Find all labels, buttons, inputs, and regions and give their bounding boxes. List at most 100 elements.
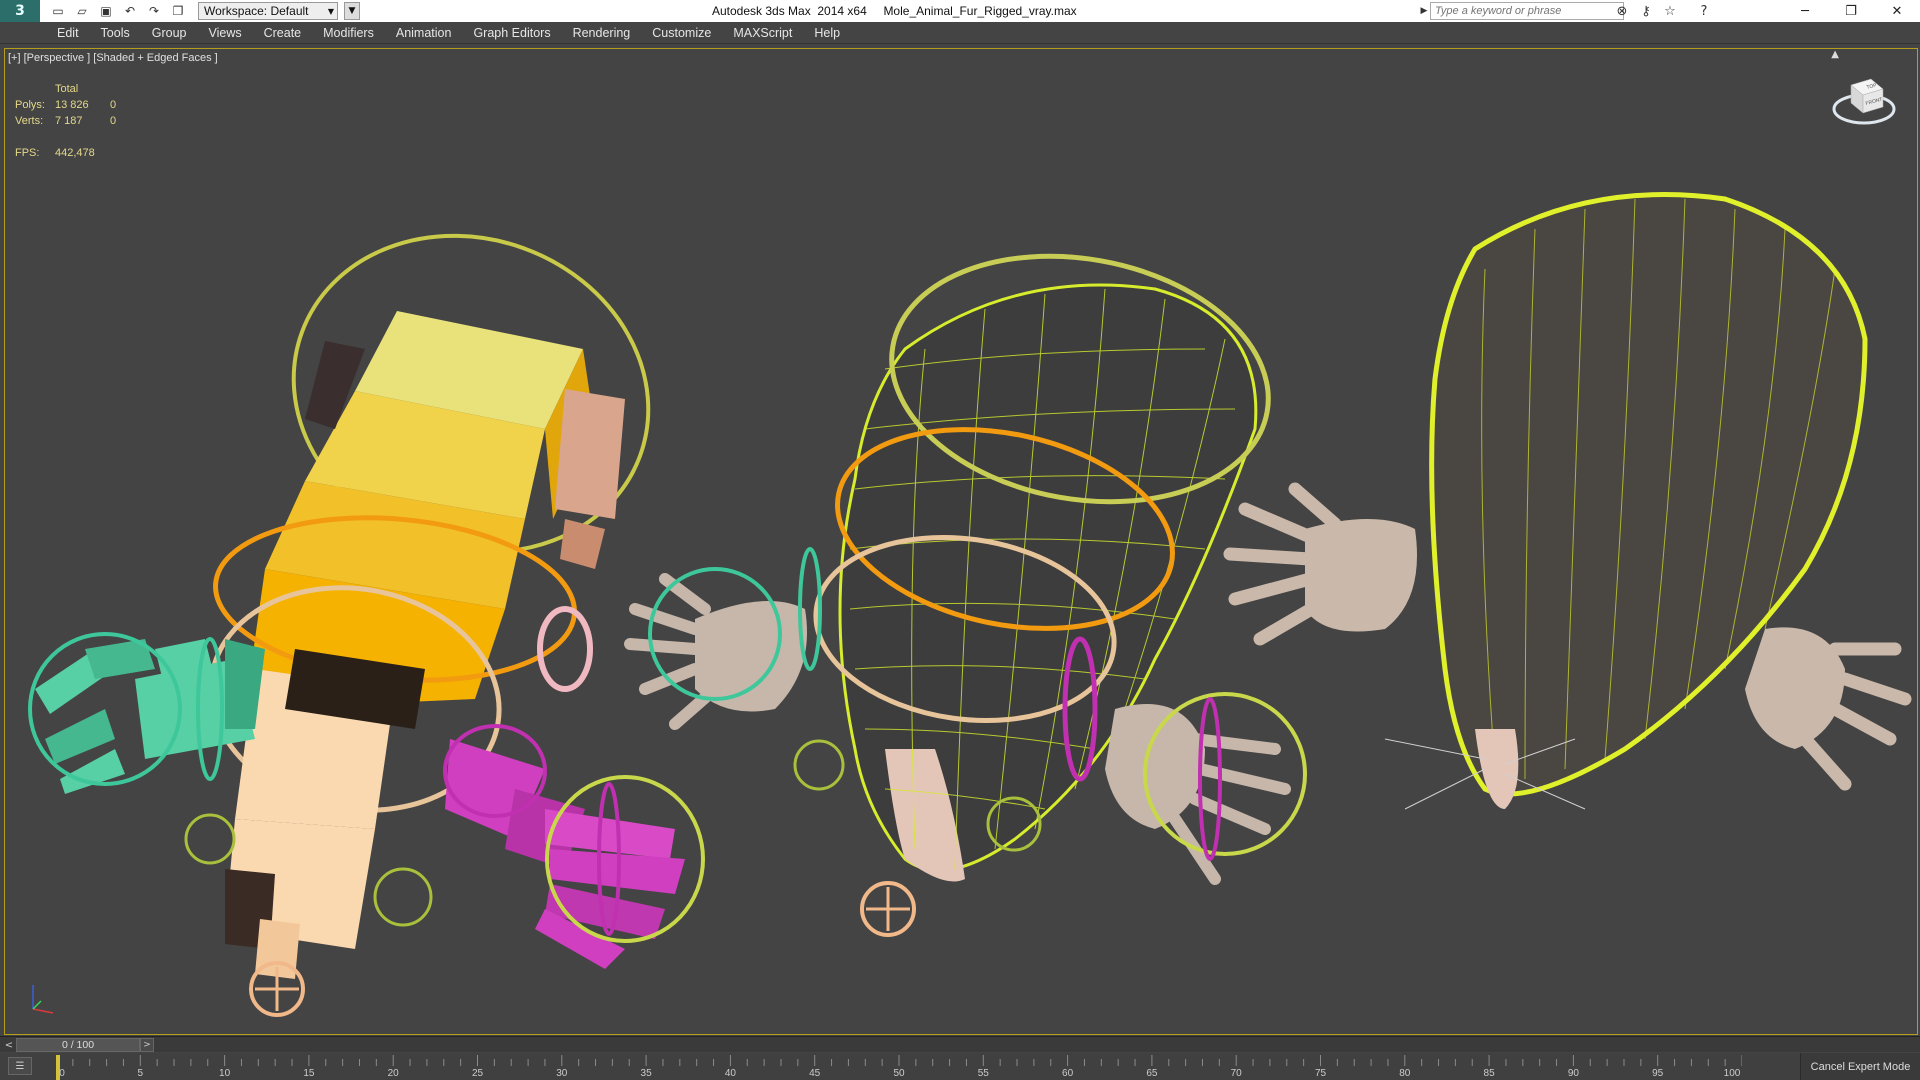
- undo-icon[interactable]: ↶: [120, 2, 140, 20]
- frame-tick-label: 65: [1146, 1068, 1158, 1079]
- axis-tripod: [32, 985, 54, 1014]
- save-icon[interactable]: ▣: [96, 2, 116, 20]
- tail-loop: [537, 606, 593, 692]
- close-button[interactable]: ✕: [1874, 0, 1920, 22]
- frame-tick-label: 80: [1399, 1068, 1411, 1079]
- search-key-icon[interactable]: ⚷: [1636, 2, 1656, 20]
- lock-icon[interactable]: ▲: [1831, 49, 1839, 60]
- file-name: Mole_Animal_Fur_Rigged_vray.max: [883, 4, 1077, 18]
- search-input[interactable]: [1430, 2, 1624, 20]
- menu-tools[interactable]: Tools: [90, 22, 141, 44]
- track-bar: ☰ 0 5 10 15 20 25 30 35 40 45 50 55 60 65 70 75 80 85 90 95…: [0, 1053, 1920, 1080]
- menu-group[interactable]: Group: [141, 22, 198, 44]
- menu-graph-editors[interactable]: Graph Editors: [462, 22, 561, 44]
- polys-label: Polys:: [15, 99, 45, 111]
- project-folder-icon[interactable]: ❐: [168, 2, 188, 20]
- menu-views[interactable]: Views: [197, 22, 252, 44]
- perspective-viewport[interactable]: [+] [Perspective ] [Shaded + Edged Faces…: [4, 48, 1918, 1035]
- frame-tick-label: 35: [640, 1068, 652, 1079]
- frame-tick-label: 90: [1567, 1068, 1579, 1079]
- menu-help[interactable]: Help: [803, 22, 851, 44]
- frame-tick-label: 5: [137, 1068, 144, 1079]
- left-hand-mesh[interactable]: [624, 547, 822, 730]
- frame-tick-label: 45: [809, 1068, 821, 1079]
- frame-tick-label: 60: [1062, 1068, 1074, 1079]
- menu-rendering[interactable]: Rendering: [562, 22, 642, 44]
- frame-tick-label: 40: [724, 1068, 736, 1079]
- exchange-star-icon[interactable]: ☆: [1660, 2, 1680, 20]
- binoculars-icon[interactable]: ⊗: [1612, 2, 1632, 20]
- fps-label: FPS:: [15, 147, 40, 159]
- menu-create[interactable]: Create: [253, 22, 313, 44]
- frame-tick-label: 15: [303, 1068, 315, 1079]
- fps-value: 442,478: [55, 147, 95, 159]
- frame-tick-label: 30: [556, 1068, 568, 1079]
- menu-animation[interactable]: Animation: [385, 22, 463, 44]
- search-toggle-icon[interactable]: ▶: [1418, 2, 1430, 20]
- application-menu-button[interactable]: 3: [0, 0, 40, 22]
- left-hand-fur[interactable]: [1223, 482, 1417, 646]
- verts-selected: 0: [110, 115, 117, 127]
- right-hand-rig[interactable]: [443, 724, 705, 969]
- prev-frame-icon[interactable]: <: [2, 1037, 16, 1053]
- frame-tick-labels: 0 5 10 15 20 25 30 35 40 45 50 55 60 65 70 75 80 85 90 95 10…: [56, 1053, 1742, 1080]
- viewport-label-menu[interactable]: [+] [Perspective ] [Shaded + Edged Faces…: [8, 52, 218, 64]
- chevron-down-icon: ▼: [327, 6, 334, 16]
- cancel-expert-mode-button[interactable]: Cancel Expert Mode: [1800, 1053, 1920, 1080]
- 3ds-max-logo-icon: 3: [15, 3, 25, 19]
- frame-tick-label: 20: [387, 1068, 399, 1079]
- quick-access-toolbar: ▭ ▱ ▣ ↶ ↷ ❐ Workspace: Default ▼ ▼: [40, 2, 360, 20]
- workspace-label: Workspace: Default: [204, 4, 309, 18]
- foot-control: [184, 813, 236, 865]
- frame-tick-label: 0: [59, 1068, 65, 1079]
- restore-button[interactable]: ❐: [1828, 0, 1874, 22]
- verts-label: Verts:: [15, 115, 44, 127]
- workspace-dropdown[interactable]: Workspace: Default ▼: [198, 2, 338, 20]
- frame-tick-label: 10: [219, 1068, 231, 1079]
- verts-value: 7 187: [55, 115, 83, 127]
- frame-tick-label: 50: [893, 1068, 905, 1079]
- viewcube[interactable]: TOP FRONT: [1831, 67, 1897, 133]
- menu-edit[interactable]: Edit: [46, 22, 90, 44]
- right-hand-fur[interactable]: [1745, 627, 1912, 791]
- frame-tick-label: 25: [471, 1068, 484, 1079]
- frame-tick-label: 100: [1723, 1068, 1741, 1079]
- qat-customize-button[interactable]: ▼: [344, 2, 360, 20]
- time-slider[interactable]: < 0 / 100 >: [0, 1036, 1920, 1052]
- foot-control: [793, 739, 845, 791]
- redo-icon[interactable]: ↷: [144, 2, 164, 20]
- new-file-icon[interactable]: ▭: [48, 2, 68, 20]
- mole-fur-mesh[interactable]: [1223, 192, 1912, 810]
- help-icon[interactable]: ?: [1694, 2, 1714, 20]
- menu-bar: Edit Tools Group Views Create Modifiers …: [0, 22, 1920, 44]
- foot-control: [373, 867, 433, 927]
- frame-tick-label: 55: [977, 1068, 989, 1079]
- window-controls: ─ ❐ ✕: [1782, 0, 1920, 22]
- infocenter: ▶: [1418, 2, 1624, 20]
- mole-mesh-wireframe[interactable]: [624, 228, 1307, 937]
- rig-skeleton-boxes[interactable]: [28, 187, 705, 1017]
- frame-tick-label: 85: [1483, 1068, 1495, 1079]
- arm-box: [560, 519, 605, 569]
- frame-tick-label: 70: [1230, 1068, 1242, 1079]
- left-hand-rig[interactable]: [28, 632, 265, 794]
- window-title: Autodesk 3ds Max 2014 x64 Mole_Animal_Fu…: [712, 4, 1077, 18]
- time-slider-thumb[interactable]: 0 / 100: [16, 1038, 140, 1052]
- next-frame-icon[interactable]: >: [140, 1038, 154, 1052]
- menu-customize[interactable]: Customize: [641, 22, 722, 44]
- menu-modifiers[interactable]: Modifiers: [312, 22, 385, 44]
- arm-box: [555, 389, 625, 519]
- infocenter-tools: ⊗ ⚷ ☆ ?: [1612, 2, 1714, 20]
- stats-header: Total: [55, 83, 79, 95]
- frame-tick-label: 75: [1314, 1068, 1327, 1079]
- frame-tick-label: 95: [1652, 1068, 1664, 1079]
- polys-value: 13 826: [55, 99, 89, 111]
- open-file-icon[interactable]: ▱: [72, 2, 92, 20]
- app-title: Autodesk 3ds Max 2014 x64: [712, 4, 867, 18]
- minimize-button[interactable]: ─: [1782, 0, 1828, 22]
- menu-maxscript[interactable]: MAXScript: [722, 22, 803, 44]
- scene-canvas[interactable]: [5, 49, 1918, 1035]
- mini-curve-editor-icon[interactable]: ☰: [8, 1057, 32, 1075]
- scene-statistics: Total Polys: 13 826 0 Verts: 7 187 0 FPS: 442…: [15, 81, 116, 161]
- title-bar: 3 ▭ ▱ ▣ ↶ ↷ ❐ Workspace: Default ▼ ▼ Aut…: [0, 0, 1920, 22]
